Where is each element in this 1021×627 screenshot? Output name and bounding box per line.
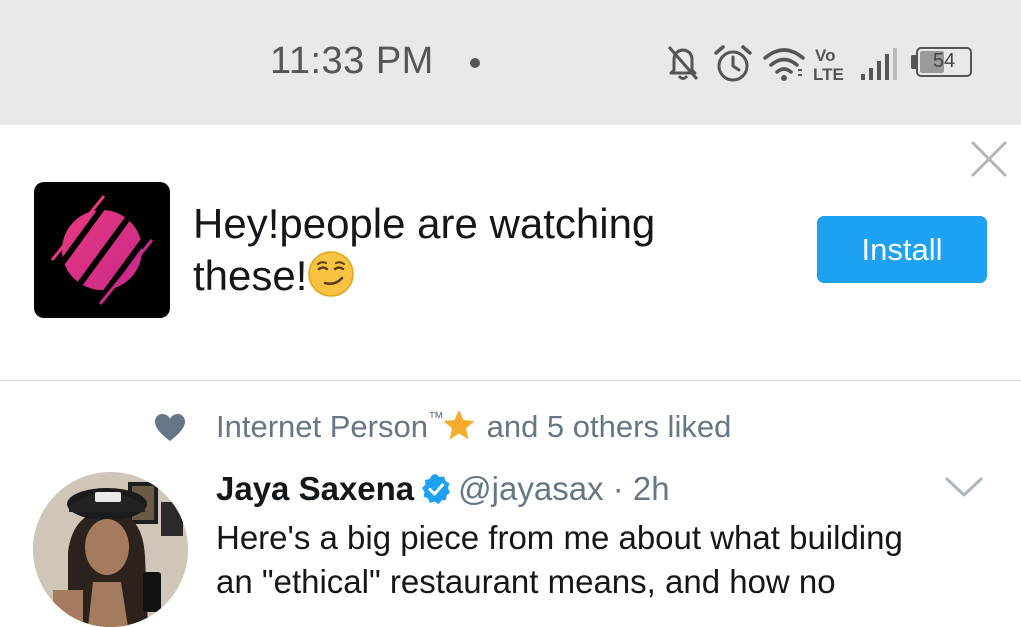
heart-icon (155, 414, 185, 441)
volte-icon: Vo LTE (813, 46, 844, 84)
app-logo-icon (50, 195, 154, 305)
avatar[interactable] (33, 472, 188, 627)
liked-text: Internet Person™ and 5 others liked (216, 409, 731, 445)
tweet-separator: · (612, 470, 624, 507)
smirking-face-emoji (308, 251, 355, 297)
svg-text:LTE: LTE (813, 65, 844, 84)
social-context: Internet Person™ and 5 others liked (0, 405, 1021, 451)
signal-icon (861, 48, 897, 80)
tweet-text-line2: an "ethical" restaurant means, and how n… (216, 563, 836, 600)
notifications-off-icon (667, 46, 699, 80)
notification-dot (470, 58, 480, 68)
close-icon[interactable] (968, 138, 1010, 180)
install-button[interactable]: Install (817, 216, 987, 283)
liked-by-name[interactable]: Internet Person (216, 409, 428, 444)
liked-suffix: and 5 others liked (486, 409, 732, 444)
tweet-handle[interactable]: @jayasax (458, 470, 603, 507)
banner-message-line2: these! (193, 252, 308, 299)
avatar-photo (33, 472, 188, 627)
status-time: 11:33 PM (270, 40, 434, 82)
tweet-text-line1: Here's a big piece from me about what bu… (216, 519, 903, 556)
tweet-time[interactable]: 2h (633, 470, 670, 507)
banner-message-line2-row: these! (193, 250, 793, 302)
tweet-text: Here's a big piece from me about what bu… (216, 516, 996, 604)
chevron-down-icon[interactable] (944, 475, 984, 499)
battery-icon: 54 (916, 47, 972, 77)
banner-message-line1: Hey!people are watching (193, 200, 656, 247)
tweet-author-name[interactable]: Jaya Saxena (216, 470, 414, 507)
status-bar: 11:33 PM Vo LTE 54 (0, 0, 1021, 125)
app-logo[interactable] (34, 182, 170, 318)
star-emoji (443, 410, 475, 440)
verified-badge-icon (422, 474, 451, 504)
wifi-icon (763, 48, 805, 81)
svg-text:Vo: Vo (815, 46, 835, 65)
alarm-icon (714, 45, 752, 82)
tweet-header: Jaya Saxena @jayasax · 2h (216, 470, 670, 508)
banner-message: Hey!people are watching these! (193, 198, 793, 302)
battery-level: 54 (932, 50, 956, 72)
